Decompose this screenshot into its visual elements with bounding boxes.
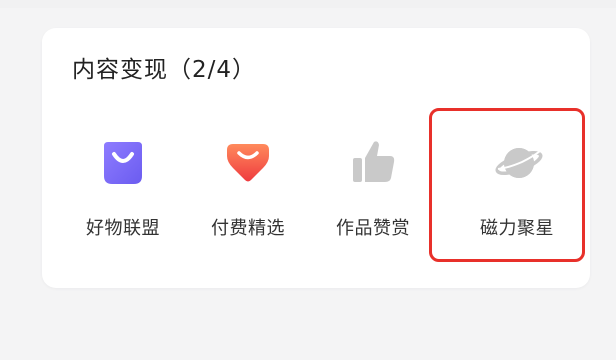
red-heart-bag-icon [227,144,269,182]
top-strip [0,0,616,8]
planet-icon [495,148,543,178]
item-label: 磁力聚星 [480,218,554,239]
item-cili-juxing[interactable]: 磁力聚星 [442,138,572,278]
content-monetization-card: 内容变现（2/4） 好物联盟 付费精选 作品赞赏 磁力聚星 [42,28,590,288]
shopping-bag-icon [104,142,142,184]
thumbs-up-icon [353,141,395,182]
item-label: 好物联盟 [86,218,160,239]
item-label: 作品赞赏 [336,218,410,239]
item-haowu-lianmeng[interactable]: 好物联盟 [54,138,184,278]
monetization-items: 好物联盟 付费精选 作品赞赏 磁力聚星 [42,28,590,288]
item-zuopin-zanshang[interactable]: 作品赞赏 [304,138,434,278]
item-fufei-jingxuan[interactable]: 付费精选 [179,138,309,278]
item-label: 付费精选 [211,218,285,239]
